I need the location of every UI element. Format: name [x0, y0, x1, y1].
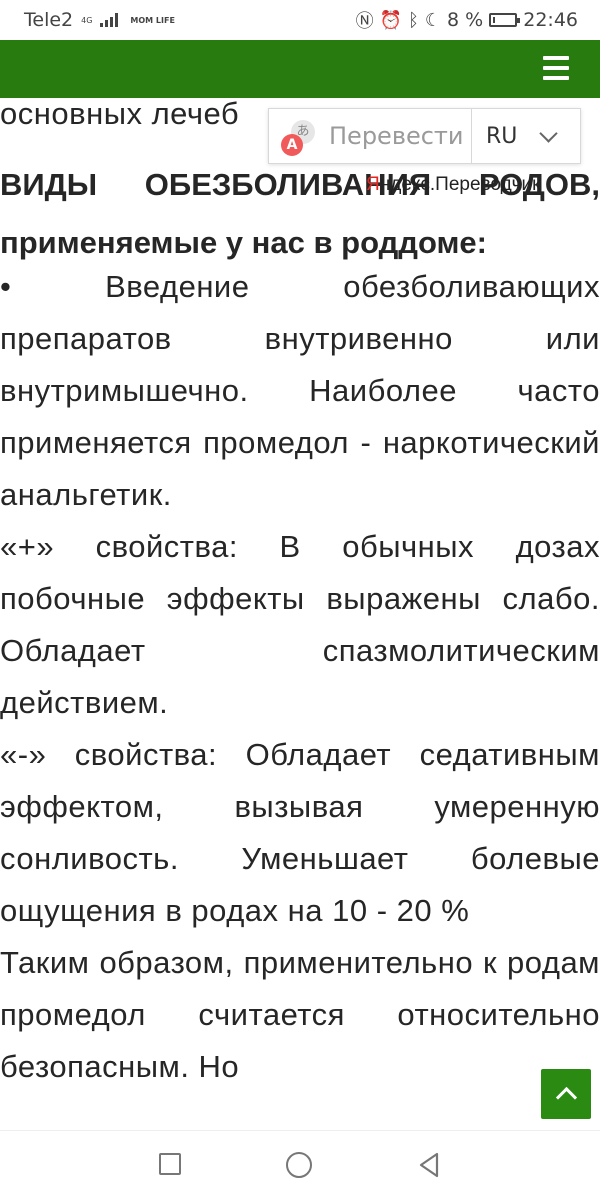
back-icon[interactable] [415, 1151, 443, 1179]
scroll-to-top-button[interactable] [541, 1069, 591, 1119]
alarm-icon: ⏰ [379, 9, 403, 31]
recent-apps-icon[interactable] [159, 1153, 181, 1175]
site-header [0, 40, 600, 98]
paragraph-plus-properties: «+» свойства: В обычных дозах побочные э… [0, 529, 600, 720]
signal-icon [100, 13, 119, 27]
carrier-name: Tele2 [24, 9, 74, 31]
translate-widget[interactable]: あ A Перевести RU [268, 108, 581, 164]
nfc-icon: Ⓝ [355, 11, 374, 32]
clock: 22:46 [523, 9, 578, 31]
article-content: основных лечеб ВИДЫ ОБЕЗБОЛИВАНИЯ РОДОВ,… [0, 98, 600, 1130]
language-select[interactable]: RU [486, 124, 517, 149]
battery-percent: 8 % [447, 9, 484, 31]
yandex-translator-brand: Яндекс.Переводчик [366, 174, 541, 195]
home-icon[interactable] [286, 1152, 312, 1178]
mom-life-label: MOM LIFE [130, 15, 175, 25]
article-body: • Введение обезболивающих препаратов вну… [0, 261, 600, 1093]
battery-fill [493, 17, 496, 23]
translate-icon: あ A [277, 114, 321, 158]
paragraph-minus-properties: «-» свойства: Обладает седативным эффект… [0, 737, 600, 928]
bluetooth-icon: ᛒ [408, 9, 419, 31]
status-right: Ⓝ ⏰ ᛒ ☾ 8 % 22:46 [356, 7, 578, 33]
translate-button[interactable]: Перевести [329, 122, 471, 150]
system-nav-bar [0, 1130, 600, 1200]
status-bar: Tele2 4G MOM LIFE Ⓝ ⏰ ᛒ ☾ 8 % 22:46 [0, 0, 600, 40]
battery-icon [489, 13, 521, 27]
network-type: 4G [81, 15, 93, 25]
status-left: Tele2 4G MOM LIFE [24, 9, 175, 31]
chevron-down-icon[interactable] [539, 127, 557, 145]
hamburger-menu-icon[interactable] [543, 56, 569, 80]
paragraph-promedol: • Введение обезболивающих препаратов вну… [0, 269, 600, 512]
paragraph-conclusion: Таким образом, применительно к родам про… [0, 945, 600, 1084]
widget-divider [471, 108, 472, 164]
moon-icon: ☾ [424, 9, 442, 31]
